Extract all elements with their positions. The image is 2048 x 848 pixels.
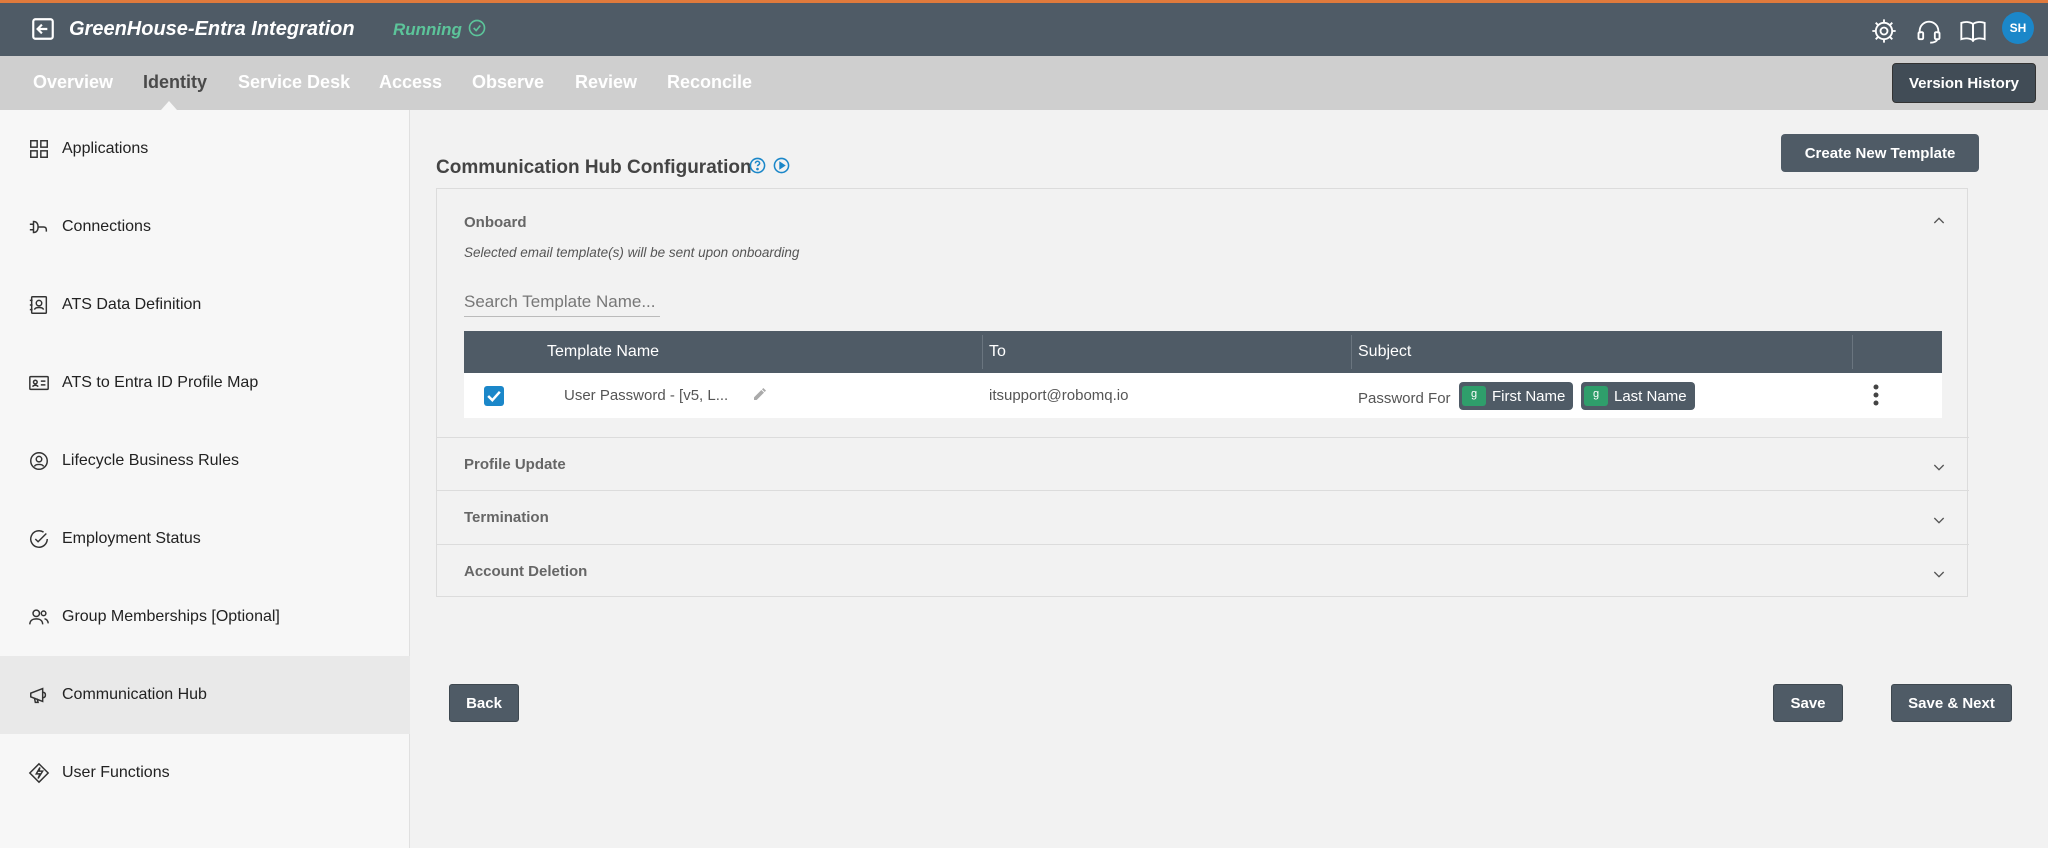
app-title: GreenHouse-Entra Integration	[69, 18, 355, 40]
check-circle-icon	[468, 19, 486, 37]
sidebar-item-label: ATS to Entra ID Profile Map	[62, 374, 259, 391]
save-next-button[interactable]: Save & Next	[1891, 684, 2012, 722]
help-icon[interactable]	[749, 157, 766, 174]
column-separator	[982, 335, 983, 369]
sidebar-item-label: User Functions	[62, 764, 170, 781]
exit-icon[interactable]	[30, 16, 56, 42]
active-tab-indicator	[161, 101, 177, 110]
more-options-icon[interactable]	[1873, 384, 1879, 406]
section-divider	[437, 437, 1969, 438]
check-circle-icon	[30, 530, 48, 548]
template-recipient: itsupport@robomq.io	[989, 387, 1129, 404]
sidebar-item-applications[interactable]: Applications	[0, 110, 410, 188]
section-profile-update-header[interactable]: Profile Update	[464, 456, 566, 473]
users-icon	[29, 609, 49, 625]
column-separator	[1351, 335, 1352, 369]
user-circle-icon	[30, 452, 48, 470]
section-divider	[437, 544, 1969, 545]
bolt-diamond-icon	[28, 762, 50, 784]
tab-identity[interactable]: Identity	[143, 72, 207, 93]
checkmark-icon	[487, 390, 501, 402]
save-button[interactable]: Save	[1773, 684, 1843, 722]
template-table-header: Template Name To Subject	[464, 331, 1942, 373]
contact-book-icon	[29, 296, 48, 314]
subject-chip-first-name: g First Name	[1459, 382, 1574, 410]
template-subject-prefix: Password For	[1358, 390, 1451, 407]
column-subject: Subject	[1358, 343, 1412, 360]
tab-review[interactable]: Review	[575, 72, 637, 93]
sidebar-item-group-memberships[interactable]: Group Memberships [Optional]	[0, 578, 410, 656]
sidebar-item-label: Connections	[62, 218, 151, 235]
headset-icon[interactable]	[1915, 17, 1943, 45]
communication-hub-panel: Onboard Selected email template(s) will …	[436, 188, 1969, 597]
template-name: User Password - [v5, L...	[564, 387, 729, 404]
sidebar-item-profile-map[interactable]: ATS to Entra ID Profile Map	[0, 344, 410, 422]
sidebar-item-connections[interactable]: Connections	[0, 188, 410, 266]
create-new-template-button[interactable]: Create New Template	[1781, 134, 1979, 172]
column-separator	[1852, 335, 1853, 369]
sidebar-item-communication-hub[interactable]: Communication Hub	[0, 656, 410, 734]
book-icon[interactable]	[1959, 17, 1987, 45]
tab-reconcile[interactable]: Reconcile	[667, 72, 752, 93]
gear-icon[interactable]	[1870, 17, 1898, 45]
search-template-input[interactable]	[464, 287, 660, 317]
sidebar-item-label: ATS Data Definition	[62, 296, 202, 313]
page-title: Communication Hub Configuration	[436, 157, 752, 178]
sidebar-item-label: Applications	[62, 140, 149, 157]
sidebar: Applications Connections ATS Data Defini…	[0, 110, 410, 848]
sidebar-item-label: Employment Status	[62, 530, 201, 547]
sidebar-item-lifecycle-rules[interactable]: Lifecycle Business Rules	[0, 422, 410, 500]
id-card-icon	[29, 375, 49, 391]
top-bar: GreenHouse-Entra Integration Running SH	[0, 0, 2048, 56]
sidebar-item-user-functions[interactable]: User Functions	[0, 734, 410, 812]
plug-icon	[29, 220, 48, 234]
section-onboard-header[interactable]: Onboard	[464, 214, 527, 231]
chevron-down-icon[interactable]	[1931, 459, 1947, 475]
status-label: Running	[393, 20, 462, 39]
sidebar-item-label: Lifecycle Business Rules	[62, 452, 239, 469]
tab-overview[interactable]: Overview	[33, 72, 113, 93]
subject-chip-last-name: g Last Name	[1581, 382, 1695, 410]
column-template-name: Template Name	[547, 343, 660, 360]
tab-access[interactable]: Access	[379, 72, 442, 93]
section-termination-header[interactable]: Termination	[464, 509, 549, 526]
column-to: To	[989, 343, 1006, 360]
tab-observe[interactable]: Observe	[472, 72, 544, 93]
sidebar-item-label: Group Memberships [Optional]	[62, 608, 280, 625]
chevron-down-icon[interactable]	[1931, 512, 1947, 528]
section-divider	[437, 490, 1969, 491]
onboard-description: Selected email template(s) will be sent …	[464, 245, 800, 260]
grid-icon	[30, 140, 48, 158]
main-nav: Overview Identity Service Desk Access Ob…	[0, 56, 2048, 110]
megaphone-icon	[30, 687, 47, 704]
sidebar-item-ats-data-definition[interactable]: ATS Data Definition	[0, 266, 410, 344]
chevron-up-icon[interactable]	[1931, 213, 1947, 229]
sidebar-item-employment-status[interactable]: Employment Status	[0, 500, 410, 578]
back-button[interactable]: Back	[449, 684, 519, 722]
tab-service-desk[interactable]: Service Desk	[238, 72, 350, 93]
table-row: User Password - [v5, L... itsupport@robo…	[464, 373, 1942, 418]
template-checkbox[interactable]	[484, 386, 504, 406]
sidebar-item-label: Communication Hub	[62, 686, 207, 703]
pencil-icon[interactable]	[752, 386, 768, 402]
section-account-deletion-header[interactable]: Account Deletion	[464, 563, 587, 580]
greenhouse-icon: g	[1584, 386, 1608, 406]
avatar[interactable]: SH	[2002, 12, 2034, 44]
version-history-button[interactable]: Version History	[1892, 63, 2036, 103]
greenhouse-icon: g	[1462, 386, 1486, 406]
chevron-down-icon[interactable]	[1931, 566, 1947, 582]
play-icon[interactable]	[773, 157, 790, 174]
